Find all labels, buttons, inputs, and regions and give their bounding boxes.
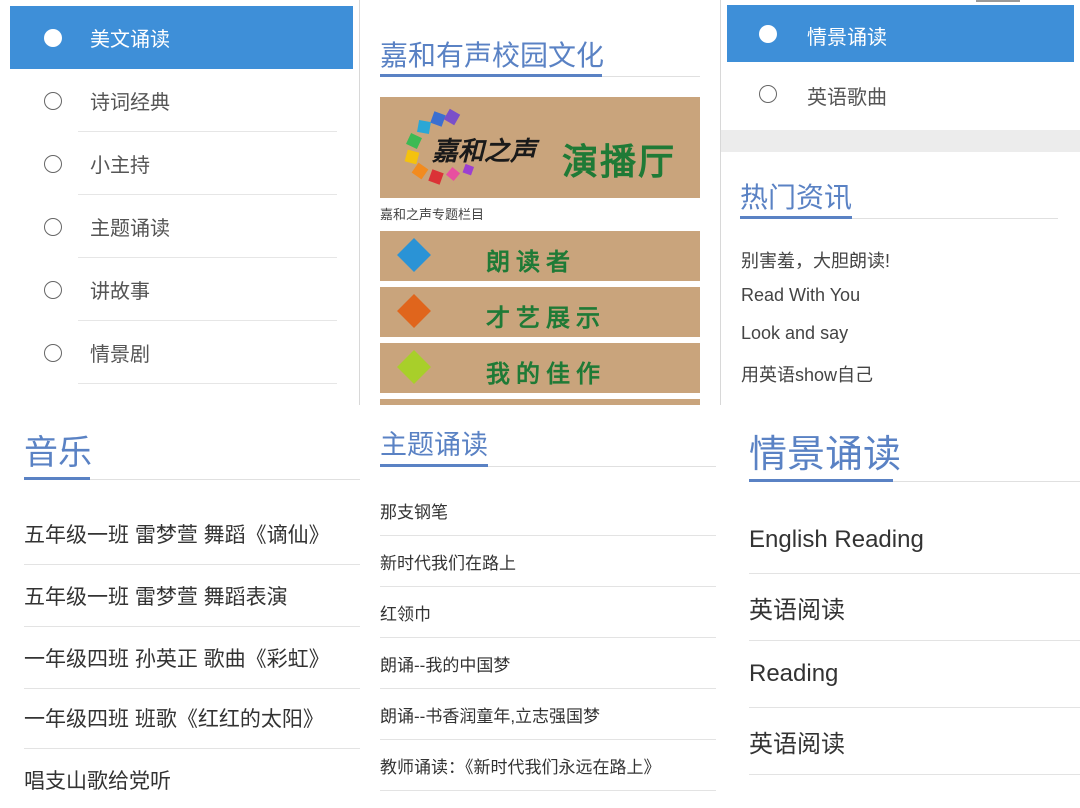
radio-icon[interactable] [44,154,62,173]
hero-title: 演播厅 [562,141,677,182]
menu-item-yingyu-gequ[interactable]: 英语歌曲 [721,62,1080,126]
list-item-label: 红领巾 [380,604,431,624]
title-underline [24,477,90,480]
blue-diamond-icon [397,238,431,272]
banner-label: 我的佳作 [486,361,606,388]
banner-label: 才艺展示 [486,305,606,332]
list-item-label: 一年级四班 孙英正 歌曲《彩虹》 [24,647,330,671]
list-item[interactable]: 一年级四班 孙英正 歌曲《彩虹》 [24,627,360,689]
menu-item-label: 小主持 [90,155,150,177]
list-item[interactable]: 五年级一班 雷梦萱 舞蹈《谪仙》 [24,503,360,565]
menu-item-label: 主题诵读 [90,218,170,240]
list-item-label: 英语阅读 [749,730,845,758]
section-title: 热门资讯 [740,182,853,213]
list-item[interactable]: 五年级一班 雷梦萱 舞蹈表演 [24,565,360,627]
scene-reading-panel: 情景诵读 English Reading 英语阅读 Reading 英语阅读 [720,405,1080,808]
menu-item-jianggushi[interactable]: 讲故事 [0,258,359,321]
list-item[interactable]: 唱支山歌给党听 [24,749,360,808]
list-item[interactable]: 教师诵读：《新时代我们永远在路上》 [380,740,716,791]
news-link[interactable]: 别害羞，大胆朗读! [741,247,890,273]
list-item-label: 朗诵--书香润童年,立志强国梦 [380,706,601,726]
section-gap [721,130,1080,152]
radio-selected-icon[interactable] [44,28,62,47]
list-item[interactable]: Reading [749,641,1080,708]
list-item[interactable]: 那支钢笔 [380,485,716,536]
list-item-label: 一年级四班 班歌《红红的太阳》 [24,707,324,731]
music-panel: 音乐 五年级一班 雷梦萱 舞蹈《谪仙》 五年级一班 雷梦萱 舞蹈表演 一年级四班… [0,405,360,808]
list-item-label: 朗诵--我的中国梦 [380,655,511,675]
menu-item-qingjingju[interactable]: 情景剧 [0,321,359,384]
list-item-label: 那支钢笔 [380,502,448,522]
list-item-label: 唱支山歌给党听 [24,769,171,793]
radio-icon[interactable] [759,85,777,103]
list-item-label: Reading [749,660,839,687]
list-item-label: 五年级一班 雷梦萱 舞蹈表演 [24,585,288,609]
list-item-label: 英语阅读 [749,596,845,624]
section-title: 主题诵读 [380,430,488,460]
title-underline [749,479,893,482]
studio-hero-banner[interactable]: 嘉和之声 演播厅 [380,97,700,198]
menu-item-label: 诗词经典 [90,92,170,114]
list-item[interactable]: 新时代我们在路上 [380,536,716,587]
section-title: 音乐 [24,434,92,472]
radio-icon[interactable] [44,343,62,362]
list-item[interactable]: 朗诵--我的中国梦 [380,638,716,689]
menu-item-xiaozhuchi[interactable]: 小主持 [0,132,359,195]
menu-item-qingjing[interactable]: 情景诵读 [727,5,1074,62]
menu-item-meiwen[interactable]: 美文诵读 [10,6,353,69]
list-item[interactable]: 朗诵--书香润童年,立志强国梦 [380,689,716,740]
menu-item-zhuti[interactable]: 主题诵读 [0,195,359,258]
list-item-label: English Reading [749,526,924,553]
banner-langduzhe[interactable]: 朗读者 [380,231,700,281]
banner-jiazuo[interactable]: 我的佳作 [380,343,700,393]
banner-label: 朗读者 [486,249,576,276]
divider [78,383,337,384]
news-link[interactable]: 用英语show自己 [741,361,873,387]
radio-icon[interactable] [44,91,62,110]
theme-reading-panel: 主题诵读 那支钢笔 新时代我们在路上 红领巾 朗诵--我的中国梦 朗诵--书香润… [362,405,716,808]
list-item-label: 五年级一班 雷梦萱 舞蹈《谪仙》 [24,523,330,547]
hero-logo-text: 嘉和之声 [432,136,537,166]
section-title: 嘉和有声校园文化 [380,40,605,71]
banner-caiyi[interactable]: 才艺展示 [380,287,700,337]
news-link[interactable]: Read With You [741,285,860,306]
radio-icon[interactable] [44,217,62,236]
hero-caption: 嘉和之声专题栏目 [380,207,485,222]
menu-item-label: 情景剧 [90,344,150,366]
list-item-label: 新时代我们在路上 [380,553,516,573]
top-bar [976,0,1020,2]
category-menu-panel: 美文诵读 诗词经典 小主持 主题诵读 讲故事 情景剧 [0,0,360,405]
title-underline [380,464,488,467]
list-item-label: 教师诵读：《新时代我们永远在路上》 [380,757,661,777]
radio-icon[interactable] [44,280,62,299]
list-item[interactable]: English Reading [749,507,1080,574]
radio-selected-icon[interactable] [759,24,777,43]
list-item[interactable]: 一年级四班 班歌《红红的太阳》 [24,687,360,749]
menu-item-shici[interactable]: 诗词经典 [0,69,359,132]
scene-menu-news-panel: 情景诵读 英语歌曲 热门资讯 别害羞，大胆朗读! Read With You L… [720,0,1080,405]
menu-item-label: 美文诵读 [90,29,170,51]
orange-diamond-icon [397,294,431,328]
campus-culture-panel: 嘉和有声校园文化 嘉和之声 演播厅 嘉和之声专题栏目 朗读者 才艺展示 我的佳作 [362,0,716,405]
section-title: 情景诵读 [749,434,902,476]
title-underline [740,216,852,219]
list-item[interactable]: 英语阅读 [749,708,1080,775]
list-item[interactable]: 红领巾 [380,587,716,638]
list-item[interactable]: 英语阅读 [749,574,1080,641]
green-diamond-icon [397,350,431,384]
news-link[interactable]: Look and say [741,323,848,344]
title-underline [380,74,602,77]
menu-item-label: 英语歌曲 [807,87,887,109]
menu-item-label: 讲故事 [90,281,150,303]
menu-item-label: 情景诵读 [807,26,887,49]
